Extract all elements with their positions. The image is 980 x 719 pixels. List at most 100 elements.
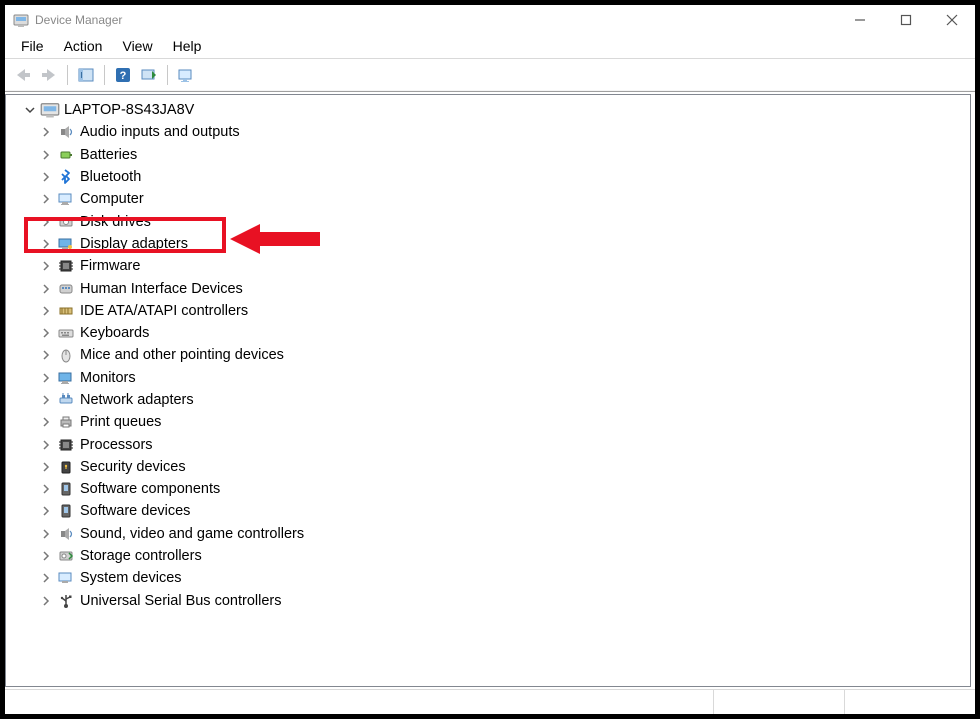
chevron-right-icon[interactable] [38,214,54,230]
chip-icon [56,257,76,275]
chevron-right-icon[interactable] [38,526,54,542]
storage-icon [56,547,76,565]
chevron-right-icon[interactable] [38,347,54,363]
chevron-right-icon[interactable] [38,392,54,408]
show-hide-tree-button[interactable] [74,63,98,87]
chevron-right-icon[interactable] [38,325,54,341]
tree-node-label: Mice and other pointing devices [80,347,284,363]
svg-text:?: ? [120,70,127,82]
chevron-right-icon[interactable] [38,570,54,586]
chevron-right-icon[interactable] [38,370,54,386]
tree-node[interactable]: Monitors [38,367,970,389]
printer-icon [56,413,76,431]
tree-node[interactable]: Batteries [38,144,970,166]
tree-node[interactable]: Computer [38,188,970,210]
menu-action[interactable]: Action [54,36,113,56]
menu-bar: File Action View Help [5,34,975,59]
chevron-right-icon[interactable] [38,236,54,252]
disk-icon [56,213,76,231]
tree-node-label: System devices [80,570,182,586]
tree-node[interactable]: IDE ATA/ATAPI controllers [38,300,970,322]
chevron-right-icon[interactable] [38,459,54,475]
device-tree[interactable]: LAPTOP-8S43JA8V Audio inputs and outputs… [5,94,971,687]
tree-root-node[interactable]: LAPTOP-8S43JA8V [10,99,970,121]
tree-root-label: LAPTOP-8S43JA8V [64,102,194,118]
chevron-right-icon[interactable] [38,481,54,497]
chevron-right-icon[interactable] [38,147,54,163]
mouse-icon [56,346,76,364]
menu-file[interactable]: File [11,36,54,56]
chevron-right-icon[interactable] [38,503,54,519]
sw-icon [56,502,76,520]
tree-node-label: Disk drives [80,214,151,230]
computer-icon [56,190,76,208]
tree-node-label: Sound, video and game controllers [80,526,304,542]
tree-node-label: Storage controllers [80,548,202,564]
usb-icon [56,592,76,610]
tree-node-label: Human Interface Devices [80,281,243,297]
app-icon [13,12,29,28]
tree-node-label: Firmware [80,258,140,274]
chevron-right-icon[interactable] [38,191,54,207]
tree-node[interactable]: Security devices [38,456,970,478]
scan-hardware-button[interactable] [137,63,161,87]
menu-help[interactable]: Help [163,36,212,56]
tree-node-label: Monitors [80,370,136,386]
tree-node-label: Software components [80,481,220,497]
tree-node-label: Universal Serial Bus controllers [80,593,281,609]
tree-node-label: Keyboards [80,325,149,341]
forward-button[interactable] [37,63,61,87]
tree-node[interactable]: Print queues [38,411,970,433]
tree-node[interactable]: Human Interface Devices [38,277,970,299]
chevron-right-icon[interactable] [38,124,54,140]
chevron-right-icon[interactable] [38,169,54,185]
back-button[interactable] [11,63,35,87]
tree-node-label: Security devices [80,459,186,475]
properties-button[interactable] [174,63,198,87]
tree-node[interactable]: Firmware [38,255,970,277]
tree-node[interactable]: Keyboards [38,322,970,344]
tree-node[interactable]: Bluetooth [38,166,970,188]
tree-node[interactable]: Sound, video and game controllers [38,523,970,545]
close-button[interactable] [929,5,975,34]
tree-node[interactable]: Disk drives [38,210,970,232]
tree-node[interactable]: Software devices [38,500,970,522]
tree-node[interactable]: Network adapters [38,389,970,411]
tree-node[interactable]: Display adapters [38,233,970,255]
ide-icon [56,302,76,320]
chevron-right-icon[interactable] [38,437,54,453]
tree-node-label: Print queues [80,414,161,430]
hid-icon [56,280,76,298]
tree-node[interactable]: Audio inputs and outputs [38,121,970,143]
chip-icon [56,436,76,454]
tree-node[interactable]: System devices [38,567,970,589]
chevron-right-icon[interactable] [38,548,54,564]
chevron-right-icon[interactable] [38,593,54,609]
tree-node[interactable]: Software components [38,478,970,500]
monitor-icon [56,369,76,387]
minimize-button[interactable] [837,5,883,34]
security-icon [56,458,76,476]
chevron-right-icon[interactable] [38,281,54,297]
computer-icon [40,101,60,119]
tree-node-label: IDE ATA/ATAPI controllers [80,303,248,319]
tree-node-label: Bluetooth [80,169,141,185]
menu-view[interactable]: View [112,36,162,56]
tree-node[interactable]: Storage controllers [38,545,970,567]
network-icon [56,391,76,409]
tree-node[interactable]: Mice and other pointing devices [38,344,970,366]
tree-node-label: Audio inputs and outputs [80,124,240,140]
chevron-right-icon[interactable] [38,414,54,430]
display-icon [56,235,76,253]
keyboard-icon [56,324,76,342]
sw-icon [56,480,76,498]
maximize-button[interactable] [883,5,929,34]
tree-node[interactable]: Universal Serial Bus controllers [38,590,970,612]
help-button[interactable]: ? [111,63,135,87]
battery-icon [56,146,76,164]
chevron-right-icon[interactable] [38,258,54,274]
status-bar [5,689,975,714]
chevron-down-icon[interactable] [22,102,38,118]
chevron-right-icon[interactable] [38,303,54,319]
tree-node[interactable]: Processors [38,433,970,455]
